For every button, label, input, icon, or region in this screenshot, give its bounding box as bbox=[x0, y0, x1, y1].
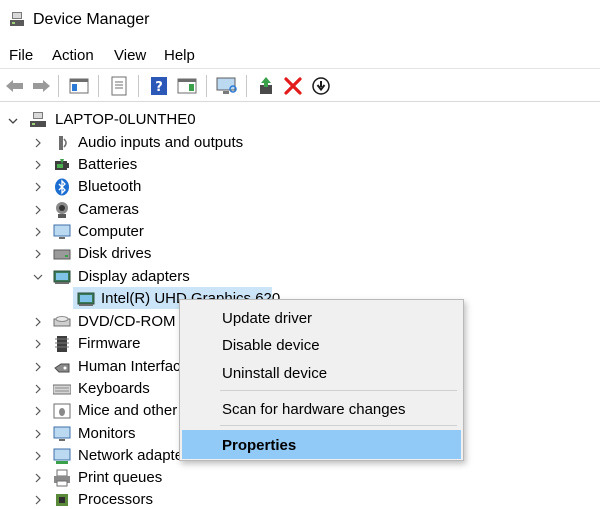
expand-chevron-icon[interactable] bbox=[33, 451, 43, 461]
update-driver-icon[interactable] bbox=[256, 75, 278, 97]
back-arrow-icon[interactable] bbox=[4, 75, 26, 97]
tree-item-bluetooth[interactable]: Bluetooth bbox=[78, 178, 141, 195]
menu-action[interactable]: Action bbox=[52, 47, 94, 64]
forward-arrow-icon[interactable] bbox=[30, 75, 52, 97]
expand-chevron-icon[interactable] bbox=[33, 384, 43, 394]
tree-item-display-adapters[interactable]: Display adapters bbox=[78, 268, 190, 285]
tree-item-keyboards[interactable]: Keyboards bbox=[78, 380, 150, 397]
expand-chevron-icon[interactable] bbox=[33, 406, 43, 416]
expand-chevron-icon[interactable] bbox=[33, 205, 43, 215]
toolbar: ? bbox=[0, 68, 600, 102]
expand-chevron-icon[interactable] bbox=[33, 182, 43, 192]
expand-chevron-icon[interactable] bbox=[33, 160, 43, 170]
toolbar-separator bbox=[246, 75, 247, 97]
tree-item-disk-drives[interactable]: Disk drives bbox=[78, 245, 151, 262]
context-uninstall-device[interactable]: Uninstall device bbox=[222, 365, 327, 382]
keyboard-icon bbox=[53, 384, 71, 395]
context-disable-device[interactable]: Disable device bbox=[222, 337, 320, 354]
expand-chevron-icon[interactable] bbox=[33, 249, 43, 259]
collapse-chevron-icon[interactable] bbox=[33, 272, 43, 282]
battery-icon bbox=[55, 159, 69, 170]
speaker-icon bbox=[59, 136, 67, 150]
disable-device-icon[interactable] bbox=[310, 75, 332, 97]
expand-chevron-icon[interactable] bbox=[33, 429, 43, 439]
dvd-icon bbox=[53, 316, 71, 327]
mouse-icon bbox=[53, 403, 71, 419]
hid-icon bbox=[54, 363, 70, 373]
context-properties[interactable]: Properties bbox=[222, 437, 296, 454]
toolbar-separator bbox=[98, 75, 99, 97]
tree-item-firmware[interactable]: Firmware bbox=[78, 335, 141, 352]
monitor-icon bbox=[53, 426, 71, 441]
expand-chevron-icon[interactable] bbox=[33, 339, 43, 349]
help-icon[interactable]: ? bbox=[148, 75, 170, 97]
bluetooth-icon bbox=[55, 178, 69, 196]
network-icon bbox=[53, 448, 71, 464]
tree-root-label[interactable]: LAPTOP-0LUNTHE0 bbox=[55, 111, 196, 128]
menu-bar: File Action View Help bbox=[0, 44, 600, 68]
menu-help[interactable]: Help bbox=[164, 47, 195, 64]
expand-chevron-icon[interactable] bbox=[33, 317, 43, 327]
monitor-icon bbox=[53, 224, 71, 239]
tree-item-computer[interactable]: Computer bbox=[78, 223, 144, 240]
display-adapter-icon bbox=[53, 270, 71, 284]
menu-file[interactable]: File bbox=[9, 47, 33, 64]
expand-chevron-icon[interactable] bbox=[33, 227, 43, 237]
chip-icon bbox=[56, 494, 68, 506]
expand-chevron-icon[interactable] bbox=[33, 362, 43, 372]
collapse-chevron-icon[interactable] bbox=[8, 116, 18, 126]
toolbar-separator bbox=[138, 75, 139, 97]
context-menu-separator bbox=[220, 425, 457, 426]
display-adapter-icon bbox=[77, 292, 95, 306]
tree-item-monitors[interactable]: Monitors bbox=[78, 425, 136, 442]
disk-icon bbox=[53, 249, 71, 260]
window-title: Device Manager bbox=[33, 11, 150, 28]
tree-item-cameras[interactable]: Cameras bbox=[78, 201, 139, 218]
computer-icon bbox=[30, 112, 46, 127]
tree-item-network-adapters[interactable]: Network adapters bbox=[78, 447, 196, 464]
toolbar-separator bbox=[206, 75, 207, 97]
show-hide-console-tree-icon[interactable] bbox=[68, 75, 90, 97]
action-pane-icon[interactable] bbox=[176, 75, 198, 97]
menu-view[interactable]: View bbox=[114, 47, 146, 64]
toolbar-separator bbox=[58, 75, 59, 97]
device-manager-app-icon bbox=[10, 12, 24, 26]
context-update-driver[interactable]: Update driver bbox=[222, 310, 312, 327]
scan-hardware-icon[interactable] bbox=[216, 75, 238, 97]
tree-item-audio[interactable]: Audio inputs and outputs bbox=[78, 134, 243, 151]
context-menu-separator bbox=[220, 390, 457, 391]
expand-chevron-icon[interactable] bbox=[33, 473, 43, 483]
context-scan-hardware[interactable]: Scan for hardware changes bbox=[222, 401, 405, 418]
uninstall-icon[interactable] bbox=[282, 75, 304, 97]
printer-icon bbox=[54, 469, 70, 487]
expand-chevron-icon[interactable] bbox=[33, 495, 43, 505]
expand-chevron-icon[interactable] bbox=[33, 138, 43, 148]
context-menu: Update driver Disable device Uninstall d… bbox=[179, 299, 464, 461]
svg-text:?: ? bbox=[155, 80, 163, 95]
camera-icon bbox=[56, 202, 68, 218]
chip-icon bbox=[55, 336, 69, 352]
properties-icon[interactable] bbox=[108, 75, 130, 97]
tree-item-processors[interactable]: Processors bbox=[78, 491, 153, 508]
title-bar: Device Manager bbox=[0, 0, 600, 42]
tree-item-print-queues[interactable]: Print queues bbox=[78, 469, 162, 486]
tree-item-batteries[interactable]: Batteries bbox=[78, 156, 137, 173]
